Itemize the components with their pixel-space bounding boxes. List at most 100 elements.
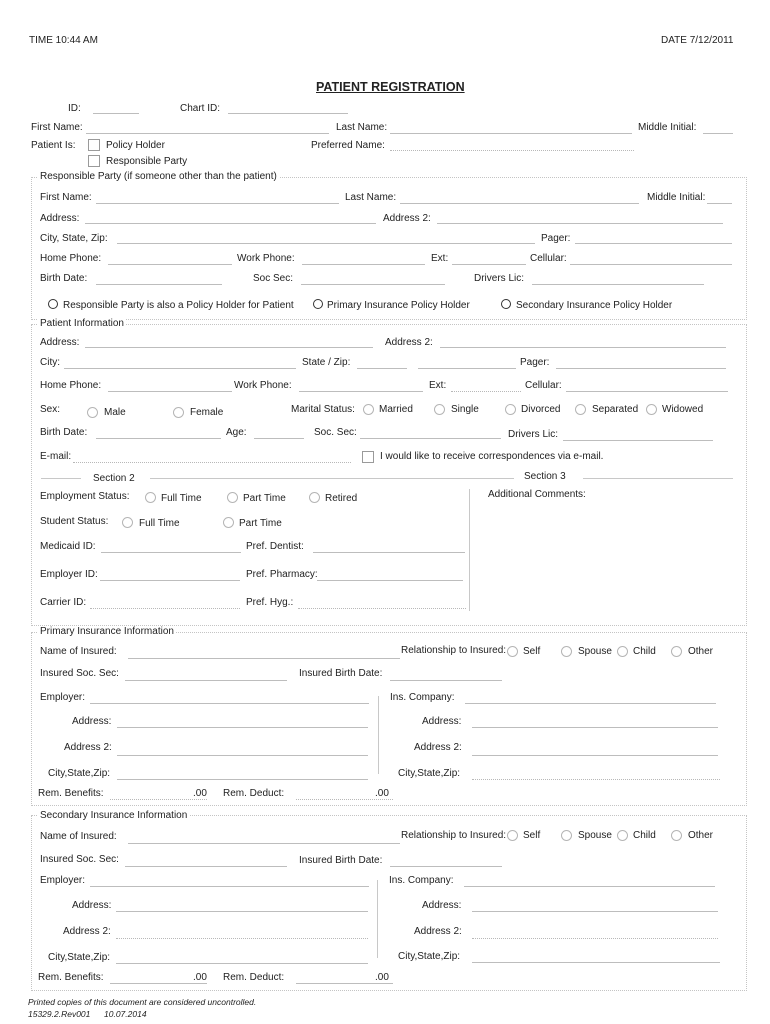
pt-soc-sec-field[interactable] bbox=[360, 438, 501, 439]
sec-relationship-other-radio[interactable] bbox=[671, 830, 682, 841]
pt-home-phone-field[interactable] bbox=[108, 391, 232, 392]
employment-fulltime-label: Full Time bbox=[161, 493, 202, 504]
pri-relationship-spouse-radio[interactable] bbox=[561, 646, 572, 657]
rp-soc-sec-field[interactable] bbox=[301, 284, 445, 285]
employment-fulltime-radio[interactable] bbox=[145, 492, 156, 503]
employment-retired-radio[interactable] bbox=[309, 492, 320, 503]
pri-ins-company-field[interactable] bbox=[465, 703, 716, 704]
pt-work-phone-field[interactable] bbox=[299, 391, 423, 392]
pt-state-field[interactable] bbox=[357, 368, 407, 369]
rp-secondary-holder-radio[interactable] bbox=[501, 299, 511, 309]
pref-dentist-field[interactable] bbox=[313, 552, 465, 553]
rp-also-policy-holder-radio[interactable] bbox=[48, 299, 58, 309]
pt-city-field[interactable] bbox=[64, 368, 296, 369]
sec-insured-soc-sec-field[interactable] bbox=[125, 866, 287, 867]
rp-primary-holder-radio[interactable] bbox=[313, 299, 323, 309]
sec-relationship-self-radio[interactable] bbox=[507, 830, 518, 841]
pri-emp-address2-field[interactable] bbox=[117, 755, 368, 756]
first-name-field[interactable] bbox=[86, 133, 329, 134]
medicaid-id-field[interactable] bbox=[101, 552, 241, 553]
responsible-party-checkbox[interactable] bbox=[88, 155, 100, 167]
sec-emp-address-field[interactable] bbox=[116, 911, 368, 912]
sec-rem-benefits-label: Rem. Benefits: bbox=[38, 972, 104, 983]
sec-insured-birth-date-field[interactable] bbox=[390, 866, 502, 867]
sec-emp-address-label: Address: bbox=[72, 900, 112, 911]
pri-emp-address2-label: Address 2: bbox=[64, 742, 112, 753]
sec-relationship-child-radio[interactable] bbox=[617, 830, 628, 841]
pt-birth-date-label: Birth Date: bbox=[40, 427, 88, 438]
student-parttime-radio[interactable] bbox=[223, 517, 234, 528]
pt-zip-field[interactable] bbox=[418, 368, 516, 369]
rp-drivers-lic-field[interactable] bbox=[532, 284, 704, 285]
rp-address2-field[interactable] bbox=[437, 223, 723, 224]
pri-relationship-self-label: Self bbox=[523, 646, 541, 657]
sex-female-radio[interactable] bbox=[173, 407, 184, 418]
rp-last-name-field[interactable] bbox=[400, 203, 639, 204]
rp-ext-field[interactable] bbox=[452, 264, 526, 265]
pt-address-field[interactable] bbox=[85, 347, 373, 348]
rp-middle-initial-field[interactable] bbox=[707, 203, 732, 204]
pt-cellular-field[interactable] bbox=[566, 391, 728, 392]
pri-ins-address-field[interactable] bbox=[472, 727, 718, 728]
pt-ext-field[interactable] bbox=[451, 391, 521, 392]
primary-insurance-legend: Primary Insurance Information bbox=[38, 626, 176, 638]
pt-email-field[interactable] bbox=[73, 462, 351, 463]
carrier-id-field[interactable] bbox=[90, 608, 240, 609]
pri-relationship-self-radio[interactable] bbox=[507, 646, 518, 657]
additional-comments-field[interactable] bbox=[480, 505, 730, 610]
rp-also-policy-holder-label: Responsible Party is also a Policy Holde… bbox=[63, 300, 294, 311]
rp-address-field[interactable] bbox=[85, 223, 376, 224]
middle-initial-field[interactable] bbox=[703, 133, 733, 134]
sec-ins-address-field[interactable] bbox=[472, 911, 718, 912]
pri-relationship-child-radio[interactable] bbox=[617, 646, 628, 657]
pri-ins-address2-field[interactable] bbox=[472, 755, 718, 756]
id-field[interactable] bbox=[93, 113, 139, 114]
marital-divorced-radio[interactable] bbox=[505, 404, 516, 415]
rp-cellular-field[interactable] bbox=[570, 264, 732, 265]
rp-city-state-zip-field[interactable] bbox=[117, 243, 535, 244]
pri-employer-field[interactable] bbox=[90, 703, 369, 704]
pri-insured-birth-date-field[interactable] bbox=[390, 680, 502, 681]
sec-emp-address2-field[interactable] bbox=[116, 938, 368, 939]
rp-work-phone-field[interactable] bbox=[302, 264, 425, 265]
pri-emp-address-field[interactable] bbox=[117, 727, 368, 728]
sex-male-radio[interactable] bbox=[87, 407, 98, 418]
student-status-label: Student Status: bbox=[40, 516, 109, 527]
marital-married-radio[interactable] bbox=[363, 404, 374, 415]
chart-id-field[interactable] bbox=[228, 113, 348, 114]
rp-first-name-field[interactable] bbox=[96, 203, 339, 204]
pt-pager-field[interactable] bbox=[556, 368, 726, 369]
preferred-name-field[interactable] bbox=[390, 150, 634, 151]
pri-ins-city-state-zip-field[interactable] bbox=[472, 779, 720, 780]
marital-separated-radio[interactable] bbox=[575, 404, 586, 415]
marital-single-radio[interactable] bbox=[434, 404, 445, 415]
sec-ins-company-field[interactable] bbox=[464, 886, 715, 887]
pref-pharmacy-field[interactable] bbox=[317, 580, 463, 581]
rp-home-phone-field[interactable] bbox=[108, 264, 232, 265]
sec-relationship-spouse-radio[interactable] bbox=[561, 830, 572, 841]
email-opt-in-checkbox[interactable] bbox=[362, 451, 374, 463]
pt-age-field[interactable] bbox=[254, 438, 304, 439]
pt-drivers-lic-field[interactable] bbox=[563, 440, 713, 441]
student-fulltime-radio[interactable] bbox=[122, 517, 133, 528]
employment-parttime-radio[interactable] bbox=[227, 492, 238, 503]
pt-email-label: E-mail: bbox=[40, 451, 72, 462]
pt-birth-date-field[interactable] bbox=[96, 438, 221, 439]
last-name-field[interactable] bbox=[390, 133, 632, 134]
pri-emp-city-state-zip-field[interactable] bbox=[117, 779, 368, 780]
employer-id-field[interactable] bbox=[100, 580, 240, 581]
pt-address2-field[interactable] bbox=[440, 347, 726, 348]
pref-hyg-field[interactable] bbox=[298, 608, 466, 609]
sec-emp-city-state-zip-field[interactable] bbox=[116, 963, 368, 964]
marital-widowed-radio[interactable] bbox=[646, 404, 657, 415]
pri-insured-soc-sec-field[interactable] bbox=[125, 680, 287, 681]
pri-name-of-insured-field[interactable] bbox=[128, 658, 400, 659]
sec-ins-address2-field[interactable] bbox=[472, 938, 718, 939]
pri-relationship-other-radio[interactable] bbox=[671, 646, 682, 657]
rp-pager-field[interactable] bbox=[575, 243, 732, 244]
sec-ins-city-state-zip-field[interactable] bbox=[472, 962, 720, 963]
policy-holder-checkbox[interactable] bbox=[88, 139, 100, 151]
sec-name-of-insured-field[interactable] bbox=[128, 843, 400, 844]
sec-employer-field[interactable] bbox=[90, 886, 369, 887]
rp-birth-date-field[interactable] bbox=[96, 284, 222, 285]
